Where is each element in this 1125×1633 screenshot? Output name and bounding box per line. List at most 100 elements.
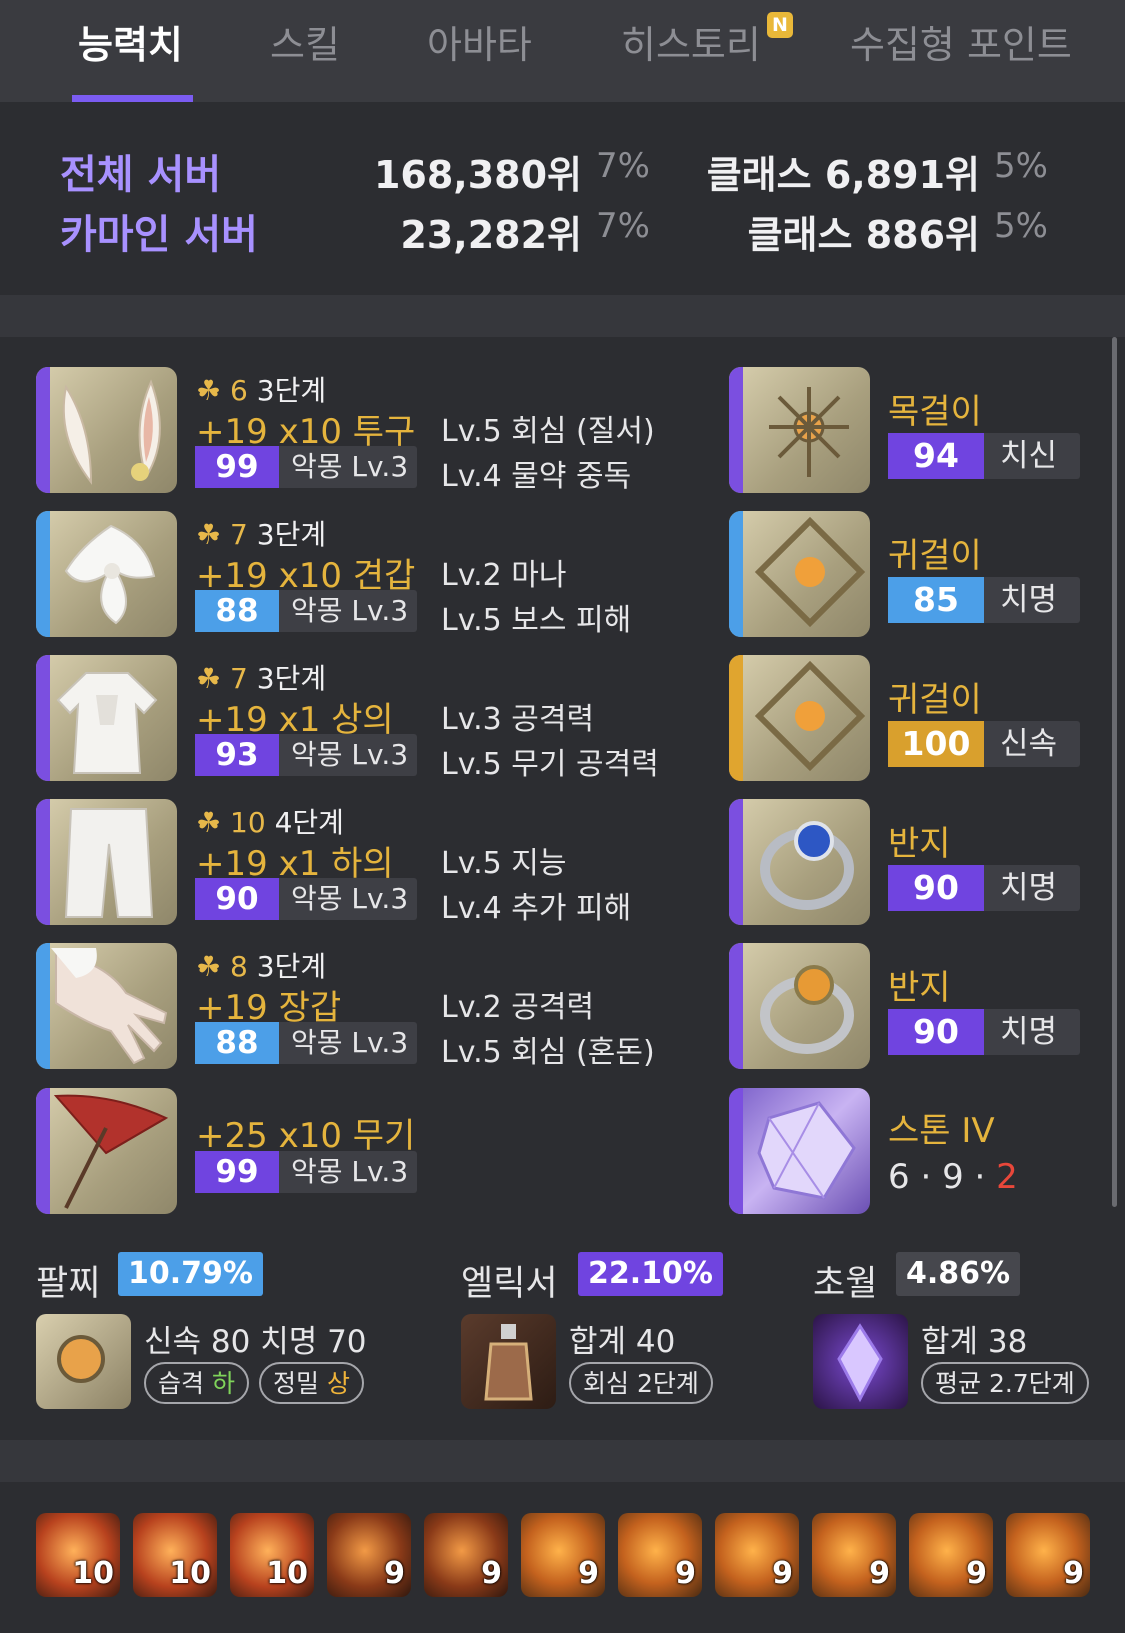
engraving: Lv.5 무기 공격력 bbox=[441, 747, 659, 782]
bracelet-effect-pill[interactable]: 정밀 상 bbox=[259, 1362, 364, 1404]
section-divider bbox=[0, 295, 1125, 337]
gem-item[interactable]: 9 bbox=[812, 1513, 896, 1597]
stone-value-2: 9 bbox=[942, 1157, 964, 1197]
gem-item[interactable]: 10 bbox=[230, 1513, 314, 1597]
chest-icon bbox=[36, 655, 177, 781]
tab-bar: 능력치 스킬 아바타 히스토리 N 수집형 포인트 bbox=[0, 0, 1125, 102]
class-rank: 클래스 6,891위 bbox=[706, 153, 980, 197]
accessory-name: 귀걸이 bbox=[888, 680, 982, 720]
tab-skill[interactable]: 스킬 bbox=[270, 14, 340, 69]
engraving: Lv.3 공격력 bbox=[441, 702, 595, 737]
elixir-label: 엘릭서 bbox=[461, 1264, 558, 1304]
scrollbar[interactable] bbox=[1112, 337, 1117, 1207]
set-label: 악몽 Lv.3 bbox=[291, 1026, 409, 1059]
bracelet-icon[interactable] bbox=[36, 1314, 131, 1409]
gem-item[interactable]: 9 bbox=[327, 1513, 411, 1597]
bracelet-effect-pill[interactable]: 습격 하 bbox=[144, 1362, 249, 1404]
engraving: Lv.4 추가 피해 bbox=[441, 891, 632, 926]
quality-value: 100 bbox=[888, 721, 984, 767]
stat-label: 치명 bbox=[1000, 870, 1058, 906]
quality-bar: 99 악몽 Lv.3 bbox=[195, 1151, 417, 1193]
gem-level: 9 bbox=[675, 1556, 696, 1591]
ring-icon bbox=[729, 799, 870, 925]
gem-level: 10 bbox=[169, 1556, 211, 1591]
elixir-effect-pill[interactable]: 회심 2단계 bbox=[569, 1362, 713, 1404]
quality-bar: 88 악몽 Lv.3 bbox=[195, 590, 417, 632]
class-rank-pct: 5% bbox=[994, 206, 1048, 246]
quality-value: 88 bbox=[195, 590, 279, 632]
gem-item[interactable]: 9 bbox=[424, 1513, 508, 1597]
quality-value: 90 bbox=[888, 1009, 984, 1055]
gem-item[interactable]: 9 bbox=[1006, 1513, 1090, 1597]
gem-level: 9 bbox=[966, 1556, 987, 1591]
set-label: 악몽 Lv.3 bbox=[291, 450, 409, 483]
set-label: 악몽 Lv.3 bbox=[291, 738, 409, 771]
stat-label: 치신 bbox=[1000, 438, 1058, 474]
quality-value: 99 bbox=[195, 1151, 279, 1193]
quality-bar: 85 치명 bbox=[888, 577, 1080, 623]
elixir-icon[interactable] bbox=[461, 1314, 556, 1409]
quality-bar: 88 악몽 Lv.3 bbox=[195, 1022, 417, 1064]
quality-bar: 99 악몽 Lv.3 bbox=[195, 446, 417, 488]
quality-value: 88 bbox=[195, 1022, 279, 1064]
engraving: Lv.2 마나 bbox=[441, 558, 567, 593]
tab-label: 수집형 포인트 bbox=[850, 23, 1072, 67]
stone-value-3: 2 bbox=[996, 1157, 1018, 1197]
engraving: Lv.2 공격력 bbox=[441, 990, 595, 1025]
engraving: Lv.5 보스 피해 bbox=[441, 603, 632, 638]
engraving: Lv.5 회심 (혼돈) bbox=[441, 1035, 655, 1070]
quality-bar: 90 치명 bbox=[888, 865, 1080, 911]
gem-item[interactable]: 9 bbox=[909, 1513, 993, 1597]
quality-value: 90 bbox=[888, 865, 984, 911]
tab-avatar[interactable]: 아바타 bbox=[427, 14, 532, 69]
gem-level: 10 bbox=[72, 1556, 114, 1591]
tier-label: ☘ 6 3단계 bbox=[196, 374, 327, 407]
set-label: 악몽 Lv.3 bbox=[291, 1155, 409, 1188]
gem-item[interactable]: 10 bbox=[133, 1513, 217, 1597]
elixir-desc: 합계 40 bbox=[569, 1324, 676, 1360]
transcend-pct-badge: 4.86% bbox=[896, 1252, 1021, 1296]
stone-value-1: 6 bbox=[888, 1157, 910, 1197]
gloves-icon bbox=[36, 943, 177, 1069]
set-label: 악몽 Lv.3 bbox=[291, 882, 409, 915]
gem-item[interactable]: 9 bbox=[618, 1513, 702, 1597]
stat-label: 치명 bbox=[1000, 1014, 1058, 1050]
accessory-name: 반지 bbox=[888, 824, 951, 864]
tab-collection-points[interactable]: 수집형 포인트 bbox=[850, 14, 1072, 69]
quality-value: 90 bbox=[195, 878, 279, 920]
gem-item[interactable]: 10 bbox=[36, 1513, 120, 1597]
transcend-effect-pill[interactable]: 평균 2.7단계 bbox=[921, 1362, 1089, 1404]
bracelet-desc: 신속 80 치명 70 bbox=[144, 1324, 367, 1360]
tier-leaf-icon: ☘ bbox=[196, 662, 222, 695]
tier-leaf-icon: ☘ bbox=[196, 950, 222, 983]
stone-sep: · bbox=[920, 1157, 932, 1197]
gem-level: 10 bbox=[266, 1556, 308, 1591]
earring-icon bbox=[729, 511, 870, 637]
shoulder-icon bbox=[36, 511, 177, 637]
gem-level: 9 bbox=[869, 1556, 890, 1591]
earring-icon bbox=[729, 655, 870, 781]
stone-sep: · bbox=[974, 1157, 986, 1197]
accessory-name: 반지 bbox=[888, 968, 951, 1008]
quality-bar: 90 치명 bbox=[888, 1009, 1080, 1055]
gem-item[interactable]: 9 bbox=[521, 1513, 605, 1597]
tab-stats[interactable]: 능력치 bbox=[78, 14, 183, 69]
elixir-pct-badge: 22.10% bbox=[578, 1252, 723, 1296]
stone-values: 6 · 9 · 2 bbox=[888, 1157, 1018, 1197]
active-tab-underline bbox=[72, 95, 193, 102]
ring-icon bbox=[729, 943, 870, 1069]
transcend-icon[interactable] bbox=[813, 1314, 908, 1409]
accessory-name: 귀걸이 bbox=[888, 536, 982, 576]
bracelet-pct-badge: 10.79% bbox=[118, 1252, 263, 1296]
ranking-panel: 전체 서버 168,380위 7% 클래스 6,891위 5% 카마인 서버 2… bbox=[0, 102, 1125, 295]
gem-level: 9 bbox=[1063, 1556, 1084, 1591]
item-name: +25 x10 무기 bbox=[196, 1116, 416, 1156]
engraving: Lv.4 물약 중독 bbox=[441, 459, 632, 494]
set-label: 악몽 Lv.3 bbox=[291, 594, 409, 627]
quality-bar: 93 악몽 Lv.3 bbox=[195, 734, 417, 776]
class-rank: 클래스 886위 bbox=[747, 213, 980, 257]
stat-label: 신속 bbox=[1000, 726, 1058, 762]
tab-history[interactable]: 히스토리 N bbox=[621, 12, 793, 69]
server-rank: 23,282위 bbox=[400, 213, 582, 257]
gem-item[interactable]: 9 bbox=[715, 1513, 799, 1597]
